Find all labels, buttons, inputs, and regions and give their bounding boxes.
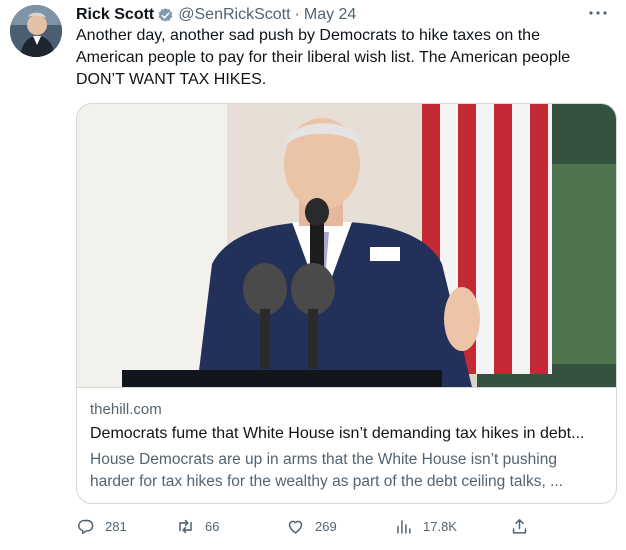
card-title: Democrats fume that White House isn’t de… xyxy=(90,425,585,442)
views-chart-icon xyxy=(397,519,411,534)
share-icon xyxy=(512,518,527,534)
reply-button[interactable]: 281 xyxy=(76,512,127,540)
link-card[interactable]: thehill.com Democrats fume that White Ho… xyxy=(76,103,617,504)
tweet-actions: 281 66 269 17.8K xyxy=(76,512,616,540)
card-domain: thehill.com xyxy=(90,401,162,418)
verified-badge-icon[interactable] xyxy=(157,7,174,24)
heart-icon xyxy=(288,520,303,534)
retweet-count: 66 xyxy=(205,518,220,534)
author-avatar[interactable] xyxy=(10,5,62,57)
card-meta[interactable]: thehill.com Democrats fume that White Ho… xyxy=(77,387,616,503)
header-separator: · xyxy=(294,6,300,23)
reply-count: 281 xyxy=(105,518,127,534)
share-button[interactable] xyxy=(510,512,539,540)
retweet-icon xyxy=(179,519,192,533)
tweet[interactable]: Rick Scott @SenRickScott · May 24 Anothe… xyxy=(0,0,626,550)
tweet-date[interactable]: May 24 xyxy=(304,6,356,24)
retweet-button[interactable]: 66 xyxy=(176,512,219,540)
tweet-text: Another day, another sad push by Democra… xyxy=(76,27,571,88)
tweet-header: Rick Scott @SenRickScott · May 24 xyxy=(76,4,356,26)
reply-icon xyxy=(78,519,94,534)
like-count: 269 xyxy=(315,518,337,534)
views-count: 17.8K xyxy=(423,518,457,534)
author-name[interactable]: Rick Scott xyxy=(76,6,154,24)
avatar-image xyxy=(10,5,62,57)
card-image[interactable] xyxy=(77,104,616,387)
author-handle[interactable]: @SenRickScott xyxy=(178,6,290,24)
views-button[interactable]: 17.8K xyxy=(394,512,457,540)
like-button[interactable]: 269 xyxy=(286,512,337,540)
more-options-icon[interactable] xyxy=(586,2,610,24)
card-description: House Democrats are up in arms that the … xyxy=(90,451,563,490)
